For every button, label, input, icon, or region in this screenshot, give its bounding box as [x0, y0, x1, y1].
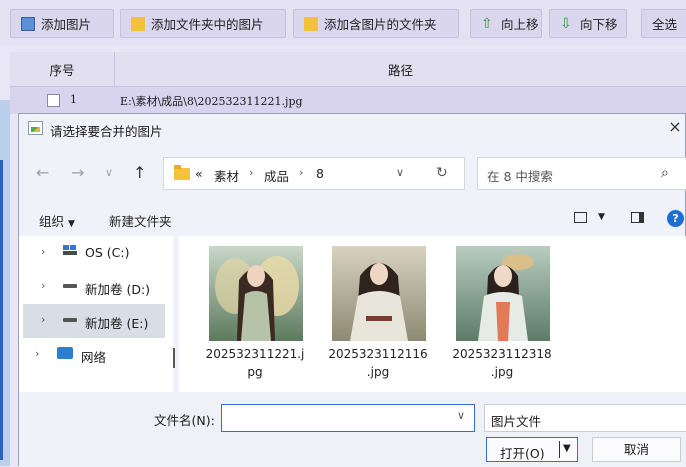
new-folder-button[interactable]: 新建文件夹 [109, 211, 172, 230]
move-up-label: 向上移 [501, 17, 539, 32]
window-edge [0, 100, 10, 466]
chevron-right-icon[interactable]: › [41, 313, 45, 326]
dialog-footer: 文件名(N): ∨ 图片文件 打开(O) ▼ 取消 [19, 392, 686, 467]
chevron-right-icon[interactable]: › [41, 245, 45, 258]
arrow-down-icon: ⇩ [560, 15, 572, 32]
command-bar: 组织 ▼ 新建文件夹 ▼ ? [19, 202, 686, 236]
caret-down-icon: ▼ [68, 219, 75, 229]
split-divider [559, 441, 560, 458]
network-icon [57, 347, 73, 359]
column-header-path[interactable]: 路径 [115, 52, 686, 86]
add-image-folder-button[interactable]: 添加含图片的文件夹 [293, 9, 459, 38]
select-all-label: 全选 [652, 17, 678, 32]
filename-input[interactable] [221, 404, 475, 432]
nav-item-label: 新加卷 (E:) [85, 316, 149, 331]
chevron-right-icon[interactable]: › [35, 347, 39, 360]
nav-item-drive-d[interactable]: › 新加卷 (D:) [23, 270, 165, 304]
file-type-value: 图片文件 [491, 414, 542, 429]
file-list: 202532311221.j pg 2025323112116 .jpg 202… [179, 236, 686, 392]
chevron-right-icon[interactable]: › [41, 279, 45, 292]
os-drive-icon [63, 245, 77, 256]
app-toolbar: 添加图片 添加文件夹中的图片 添加含图片的文件夹 ⇧ 向上移 ⇩ 向下移 全选 [0, 0, 686, 46]
nav-item-label: OS (C:) [85, 245, 130, 260]
caret-down-icon[interactable]: ▼ [563, 443, 571, 454]
move-down-label: 向下移 [580, 17, 618, 32]
dialog-titlebar: 请选择要合并的图片 × [19, 114, 686, 144]
breadcrumb-item[interactable]: 素材 [214, 166, 239, 185]
add-image-folder-label: 添加含图片的文件夹 [324, 17, 437, 32]
breadcrumb-item[interactable]: 8 [316, 166, 324, 181]
row-path: E:\素材\成品\8\202532311221.jpg [120, 95, 303, 108]
cancel-button[interactable]: 取消 [592, 437, 681, 462]
add-folder-images-button[interactable]: 添加文件夹中的图片 [120, 9, 286, 38]
nav-item-network[interactable]: › 网络 [23, 338, 165, 372]
view-mode-icon[interactable] [574, 212, 587, 223]
nav-item-label: 新加卷 (D:) [85, 282, 151, 297]
open-file-dialog: 请选择要合并的图片 × ← → ∨ ↑ « 素材 › 成品 › 8 ∨ ↻ 在 … [18, 113, 686, 467]
up-arrow-icon[interactable]: ↑ [133, 163, 146, 182]
search-box[interactable]: 在 8 中搜索 ⌕ [477, 157, 686, 190]
organize-label: 组织 [39, 214, 65, 229]
filename-label: 文件名(N): [154, 413, 215, 428]
nav-pane-scrollbar[interactable] [173, 348, 175, 368]
row-checkbox[interactable] [47, 94, 60, 107]
open-button[interactable]: 打开(O) ▼ [486, 437, 578, 462]
image-icon [28, 121, 43, 135]
nav-item-label: 网络 [81, 350, 107, 365]
table-row[interactable]: 1 E:\素材\成品\8\202532311221.jpg [10, 87, 686, 114]
folder-image-icon [131, 16, 145, 31]
folder-icon [174, 165, 190, 180]
organize-menu[interactable]: 组织 ▼ [39, 211, 75, 230]
open-label: 打开(O) [500, 446, 545, 461]
navigation-bar: ← → ∨ ↑ « 素材 › 成品 › 8 ∨ ↻ 在 8 中搜索 ⌕ [19, 144, 686, 202]
image-thumbnail [209, 246, 303, 341]
back-arrow-icon[interactable]: ← [36, 163, 49, 182]
dialog-title: 请选择要合并的图片 [50, 124, 163, 139]
preview-pane-icon[interactable] [631, 212, 644, 223]
add-image-icon [21, 16, 35, 31]
help-icon[interactable]: ? [667, 210, 684, 227]
breadcrumb-separator: › [249, 166, 254, 179]
chevron-down-icon[interactable]: ∨ [457, 409, 465, 422]
chevron-down-icon[interactable]: ∨ [396, 166, 404, 179]
breadcrumb-overflow[interactable]: « [195, 166, 203, 181]
file-item[interactable]: 202532311221.j pg [181, 244, 304, 384]
file-type-select[interactable]: 图片文件 [484, 404, 686, 432]
close-icon[interactable]: × [665, 117, 685, 136]
file-item[interactable]: 2025323112116 .jpg [304, 244, 428, 384]
select-all-button[interactable]: 全选 [641, 9, 686, 38]
table-header: 序号 路径 [10, 52, 686, 87]
search-icon[interactable]: ⌕ [661, 165, 669, 181]
recent-chevron-down-icon[interactable]: ∨ [105, 166, 113, 179]
row-index: 1 [70, 93, 77, 106]
nav-item-os-c[interactable]: › OS (C:) [23, 236, 165, 270]
image-list-table: 序号 路径 1 E:\素材\成品\8\202532311221.jpg [10, 52, 686, 114]
drive-icon [63, 284, 77, 288]
move-up-button[interactable]: ⇧ 向上移 [470, 9, 542, 38]
add-image-button[interactable]: 添加图片 [10, 9, 114, 38]
navigation-pane: › OS (C:) › 新加卷 (D:) › 新加卷 (E:) › 网络 [19, 236, 173, 392]
view-caret-down-icon[interactable]: ▼ [598, 212, 605, 222]
image-thumbnail [456, 246, 550, 341]
arrow-up-icon: ⇧ [481, 15, 493, 32]
breadcrumb-separator: › [299, 166, 304, 179]
search-input[interactable]: 在 8 中搜索 [487, 166, 553, 185]
add-folder-images-label: 添加文件夹中的图片 [151, 17, 264, 32]
address-bar[interactable]: « 素材 › 成品 › 8 ∨ ↻ [163, 157, 465, 190]
drive-icon [63, 318, 77, 322]
image-thumbnail [332, 246, 426, 341]
add-image-label: 添加图片 [41, 17, 92, 32]
nav-item-drive-e[interactable]: › 新加卷 (E:) [23, 304, 165, 338]
breadcrumb-item[interactable]: 成品 [264, 166, 289, 185]
refresh-icon[interactable]: ↻ [436, 165, 448, 181]
forward-arrow-icon[interactable]: → [71, 163, 84, 182]
move-down-button[interactable]: ⇩ 向下移 [549, 9, 627, 38]
file-item[interactable]: 2025323112318 .jpg [428, 244, 552, 384]
file-name: 2025323112318 .jpg [452, 347, 552, 379]
folder-icon [304, 16, 318, 31]
column-header-index[interactable]: 序号 [10, 52, 115, 86]
